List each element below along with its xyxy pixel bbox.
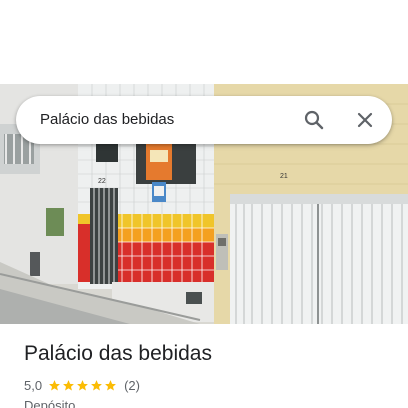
star-icon (77, 379, 88, 390)
rating-stars (48, 379, 118, 392)
search-bar[interactable]: Palácio das bebidas (16, 96, 392, 144)
place-title[interactable]: Palácio das bebidas (24, 342, 212, 366)
search-icon[interactable] (302, 108, 326, 132)
star-icon (63, 379, 74, 390)
star-icon (105, 379, 116, 390)
house-number-right: 21 (280, 173, 288, 180)
rating-row[interactable]: 5,0 (2) (24, 376, 140, 394)
place-category: Depósito (24, 398, 76, 408)
review-count[interactable]: (2) (124, 378, 140, 393)
search-input[interactable]: Palácio das bebidas (40, 96, 174, 144)
star-icon (49, 379, 60, 390)
close-icon[interactable] (353, 108, 377, 132)
star-icon (91, 379, 102, 390)
place-info-panel: Palácio das bebidas 5,0 (2) Depósito (0, 324, 408, 408)
rating-value: 5,0 (24, 377, 43, 393)
house-number-left: 22 (98, 178, 106, 185)
map-top-area (0, 0, 408, 84)
